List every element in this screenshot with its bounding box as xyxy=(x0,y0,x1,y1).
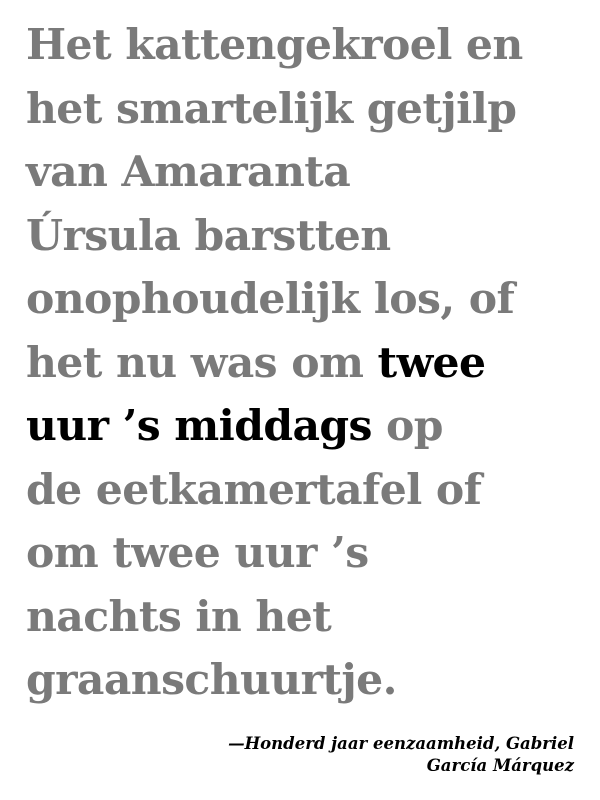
quote-highlight: uur ’s middags xyxy=(26,401,372,451)
quote-fragment: op xyxy=(371,401,443,451)
quote-line: Het kattengekroel en xyxy=(26,20,523,70)
quote-highlight: twee xyxy=(377,337,487,388)
quote-text: Het kattengekroel en het smartelijk getj… xyxy=(26,14,586,713)
quote-line: Úrsula barstten xyxy=(26,210,391,261)
quote-line: het nu was om twee xyxy=(26,332,586,396)
attribution-line: —Honderd jaar eenzaamheid, Gabriel xyxy=(228,734,574,753)
quote-fragment: het nu was om xyxy=(26,337,378,388)
quote-line: van Amaranta xyxy=(26,147,351,197)
quote-line: onophoudelijk los, of xyxy=(26,274,515,324)
quote-line: om twee uur ’s xyxy=(26,528,369,578)
quote-attribution: —Honderd jaar eenzaamheid, Gabriel Garcí… xyxy=(94,733,574,777)
quote-line: nachts in het xyxy=(26,591,332,642)
quote-line: graanschuurtje. xyxy=(26,655,397,705)
attribution-line: García Márquez xyxy=(426,756,574,775)
quote-line: het smartelijk getjilp xyxy=(26,83,517,134)
quote-line: uur ’s middags op xyxy=(26,395,586,459)
quote-line: de eetkamertafel of xyxy=(26,464,482,515)
